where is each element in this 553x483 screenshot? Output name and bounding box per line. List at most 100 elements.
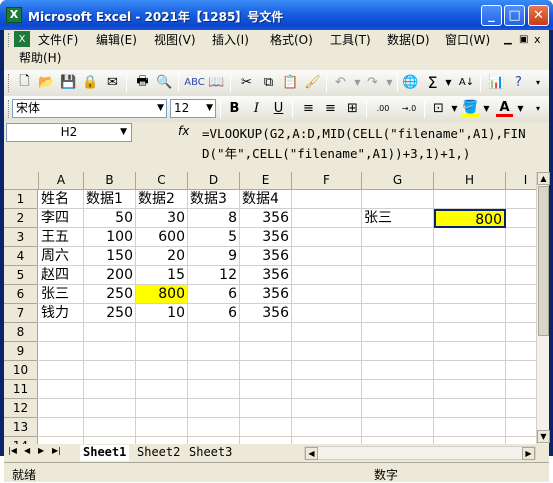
cell-H10[interactable] xyxy=(434,361,506,380)
cell-B6[interactable]: 250 xyxy=(84,285,136,304)
paste-icon[interactable]: 📋 xyxy=(282,74,299,91)
cell-E5[interactable]: 356 xyxy=(240,266,292,285)
cell-H6[interactable] xyxy=(434,285,506,304)
close-button[interactable]: ✕ xyxy=(528,5,549,26)
last-sheet-icon[interactable]: ▶| xyxy=(52,446,61,455)
format-painter-icon[interactable]: 🖌 xyxy=(304,74,321,91)
align-center-icon[interactable]: ≡ xyxy=(322,100,339,117)
cell-E3[interactable]: 356 xyxy=(240,228,292,247)
cell-D6[interactable]: 6 xyxy=(188,285,240,304)
cell-I11[interactable] xyxy=(506,380,536,399)
save-icon[interactable]: 💾 xyxy=(60,74,77,91)
row-header[interactable]: 4 xyxy=(4,247,38,266)
cell-A2[interactable]: 李四 xyxy=(39,209,84,228)
cell-H3[interactable] xyxy=(434,228,506,247)
cell-G2[interactable]: 张三 xyxy=(362,209,434,228)
cell-H7[interactable] xyxy=(434,304,506,323)
cell-F12[interactable] xyxy=(292,399,362,418)
font-color-dropdown-icon[interactable]: ▼ xyxy=(512,100,529,117)
cell-I2[interactable] xyxy=(506,209,536,228)
cell-H12[interactable] xyxy=(434,399,506,418)
maximize-button[interactable]: □ xyxy=(504,5,525,26)
cell-G5[interactable] xyxy=(362,266,434,285)
sheet-tab-1[interactable]: Sheet1 xyxy=(80,445,130,461)
cell-F6[interactable] xyxy=(292,285,362,304)
menu-data[interactable]: 数据(D) xyxy=(387,31,430,49)
cell-A6[interactable]: 张三 xyxy=(39,285,84,304)
sheet-tab-3[interactable]: Sheet3 xyxy=(186,445,235,461)
redo-icon[interactable]: ↷ xyxy=(364,74,381,91)
cell-D3[interactable]: 5 xyxy=(188,228,240,247)
cell-C3[interactable]: 600 xyxy=(136,228,188,247)
cell-B2[interactable]: 50 xyxy=(84,209,136,228)
column-header[interactable]: C xyxy=(136,172,188,190)
borders-icon[interactable]: ⊡ xyxy=(430,100,447,117)
cell-F11[interactable] xyxy=(292,380,362,399)
cell-G1[interactable] xyxy=(362,190,434,209)
scroll-thumb[interactable] xyxy=(538,186,549,336)
cell-A13[interactable] xyxy=(39,418,84,437)
cell-D11[interactable] xyxy=(188,380,240,399)
cell-D10[interactable] xyxy=(188,361,240,380)
cell-A10[interactable] xyxy=(39,361,84,380)
cell-G4[interactable] xyxy=(362,247,434,266)
cell-C14[interactable] xyxy=(136,437,188,444)
prev-sheet-icon[interactable]: ◀ xyxy=(24,446,30,455)
permission-icon[interactable]: 🔒 xyxy=(82,74,99,91)
cell-D12[interactable] xyxy=(188,399,240,418)
cell-H1[interactable] xyxy=(434,190,506,209)
cell-C6[interactable]: 800 xyxy=(136,285,188,304)
cell-E7[interactable]: 356 xyxy=(240,304,292,323)
cell-G3[interactable] xyxy=(362,228,434,247)
font-name-select[interactable]: 宋体 ▼ xyxy=(12,99,167,118)
toolbar-options-icon[interactable]: ▾ xyxy=(532,100,544,117)
cell-E4[interactable]: 356 xyxy=(240,247,292,266)
decrease-decimal-button[interactable]: →.0 xyxy=(398,100,420,117)
menu-view[interactable]: 视图(V) xyxy=(154,31,196,49)
vertical-scrollbar[interactable]: ▲ ▼ xyxy=(536,172,550,444)
cell-E14[interactable] xyxy=(240,437,292,444)
cell-E13[interactable] xyxy=(240,418,292,437)
cell-G9[interactable] xyxy=(362,342,434,361)
cell-E9[interactable] xyxy=(240,342,292,361)
cell-F1[interactable] xyxy=(292,190,362,209)
cell-I7[interactable] xyxy=(506,304,536,323)
cell-D14[interactable] xyxy=(188,437,240,444)
row-header[interactable]: 3 xyxy=(4,228,38,247)
column-header[interactable]: F xyxy=(292,172,362,190)
column-header[interactable]: D xyxy=(188,172,240,190)
cell-G7[interactable] xyxy=(362,304,434,323)
name-box[interactable]: H2 ▼ xyxy=(6,123,132,142)
cell-F13[interactable] xyxy=(292,418,362,437)
scroll-right-icon[interactable]: ▶ xyxy=(522,447,535,460)
menu-insert[interactable]: 插入(I) xyxy=(212,31,249,49)
toolbar-options-icon[interactable]: ▾ xyxy=(532,74,544,91)
cell-I9[interactable] xyxy=(506,342,536,361)
cell-C2[interactable]: 30 xyxy=(136,209,188,228)
cell-A14[interactable] xyxy=(39,437,84,444)
cell-I14[interactable] xyxy=(506,437,536,444)
cell-E12[interactable] xyxy=(240,399,292,418)
print-icon[interactable]: 🖶 xyxy=(134,74,151,91)
cell-A12[interactable] xyxy=(39,399,84,418)
column-header[interactable]: G xyxy=(362,172,434,190)
merge-center-icon[interactable]: ⊞ xyxy=(344,100,361,117)
cell-H14[interactable] xyxy=(434,437,506,444)
select-all-corner[interactable] xyxy=(4,172,39,190)
help-icon[interactable]: ? xyxy=(510,74,527,91)
underline-button[interactable]: U xyxy=(270,100,287,117)
fill-color-icon[interactable]: 🪣 xyxy=(462,100,479,117)
title-bar[interactable]: X Microsoft Excel - 2021年【1285】号文件 _ □ ✕ xyxy=(0,0,553,30)
column-header[interactable]: H xyxy=(434,172,506,190)
cell-B12[interactable] xyxy=(84,399,136,418)
cell-C11[interactable] xyxy=(136,380,188,399)
increase-decimal-button[interactable]: .00 xyxy=(372,100,394,117)
scroll-left-icon[interactable]: ◀ xyxy=(305,447,318,460)
cell-G8[interactable] xyxy=(362,323,434,342)
cell-A9[interactable] xyxy=(39,342,84,361)
cell-H4[interactable] xyxy=(434,247,506,266)
minimize-button[interactable]: _ xyxy=(481,5,502,26)
chart-wizard-icon[interactable]: 📊 xyxy=(488,74,505,91)
menubar-grip[interactable] xyxy=(8,33,11,47)
cell-C13[interactable] xyxy=(136,418,188,437)
